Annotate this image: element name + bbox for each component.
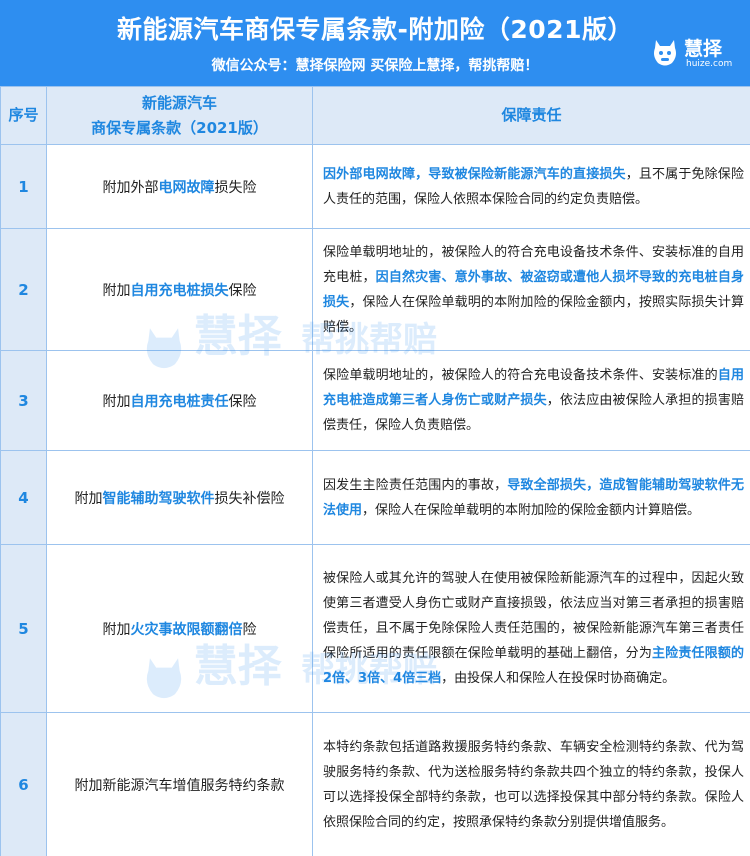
header-responsibility: 保障责任 [312,86,750,145]
header-banner: 新能源汽车商保专属条款-附加险（2021版） 微信公众号：慧择保险网 买保险上慧… [0,0,750,86]
row-name: 附加新能源汽车增值服务特约条款 [46,712,313,856]
row-description: 因发生主险责任范围内的事故，导致全部损失，造成智能辅助驾驶软件无法使用，保险人在… [312,450,750,545]
terms-table: 序号 新能源汽车 商保专属条款（2021版） 保障责任 1 附加外部电网故障损失… [0,86,750,856]
page-title: 新能源汽车商保专属条款-附加险（2021版） [117,15,633,44]
row-num: 5 [0,544,47,713]
name-highlight: 电网故障 [158,179,215,196]
header-name-line2: 商保专属条款（2021版） [91,118,268,137]
name-text: 损失险 [214,179,257,196]
table-row: 4 附加智能辅助驾驶软件损失补偿险 因发生主险责任范围内的事故，导致全部损失，造… [0,450,750,545]
name-text: 附加 [102,282,131,299]
row-description: 保险单载明地址的，被保险人的符合充电设备技术条件、安装标准的自用充电桩，因自然灾… [312,228,750,351]
table-header-row: 序号 新能源汽车 商保专属条款（2021版） 保障责任 [0,86,750,145]
table-row: 3 附加自用充电桩责任保险 保险单载明地址的，被保险人的符合充电设备技术条件、安… [0,350,750,451]
desc-text: ，保险人在保险单载明的本附加险的保险金额内，按照实际损失计算赔偿。 [323,294,744,335]
desc-text: ，由投保人和保险人在投保时协商确定。 [441,671,676,686]
row-num: 1 [0,144,47,229]
name-text: 附加外部 [102,179,159,196]
horse-mascot-icon [654,40,676,66]
brand-logo: 慧择 huize.com [650,34,742,74]
name-text: 附加 [74,490,103,507]
row-description: 本特约条款包括道路救援服务特约条款、车辆安全检测特约条款、代为驾驶服务特约条款、… [312,712,750,856]
name-highlight: 自用充电桩责任 [130,393,229,410]
row-name: 附加外部电网故障损失险 [46,144,313,229]
name-text: 险 [242,621,257,638]
name-text: 附加 [102,621,131,638]
row-name: 附加自用充电桩责任保险 [46,350,313,451]
row-name: 附加自用充电桩损失保险 [46,228,313,351]
desc-text: ，保险人在保险单载明的本附加险的保险金额内计算赔偿。 [362,502,701,518]
row-description: 保险单载明地址的，被保险人的符合充电设备技术条件、安装标准的自用充电桩造成第三者… [312,350,750,451]
name-text: 损失补偿险 [214,490,285,507]
desc-text: 保险单载明地址的，被保险人的符合充电设备技术条件、安装标准的 [323,368,718,383]
name-text: 保险 [228,282,257,299]
header-name-line1: 新能源汽车 [141,93,217,112]
table-row: 1 附加外部电网故障损失险 因外部电网故障，导致被保险新能源汽车的直接损失，且不… [0,144,750,229]
page-subtitle: 微信公众号：慧择保险网 买保险上慧择，帮挑帮赔！ [211,58,539,74]
desc-text: 本特约条款包括道路救援服务特约条款、车辆安全检测特约条款、代为驾驶服务特约条款、… [323,739,744,830]
table-row: 6 附加新能源汽车增值服务特约条款 本特约条款包括道路救援服务特约条款、车辆安全… [0,712,750,856]
logo-text: 慧择 [684,38,723,60]
header-name: 新能源汽车 商保专属条款（2021版） [46,86,313,145]
row-num: 3 [0,350,47,451]
name-text: 附加新能源汽车增值服务特约条款 [74,777,285,794]
row-num: 2 [0,228,47,351]
row-description: 因外部电网故障，导致被保险新能源汽车的直接损失，且不属于免除保险人责任的范围，保… [312,144,750,229]
desc-text: 因发生主险责任范围内的事故， [323,477,508,493]
row-name: 附加智能辅助驾驶软件损失补偿险 [46,450,313,545]
name-highlight: 自用充电桩损失 [130,282,229,299]
logo-url: huize.com [686,59,733,69]
table-row: 5 附加火灾事故限额翻倍险 被保险人或其允许的驾驶人在使用被保险新能源汽车的过程… [0,544,750,713]
name-text: 保险 [228,393,257,410]
table-row: 2 附加自用充电桩损失保险 保险单载明地址的，被保险人的符合充电设备技术条件、安… [0,228,750,351]
header-num: 序号 [0,86,47,145]
row-description: 被保险人或其允许的驾驶人在使用被保险新能源汽车的过程中，因起火致使第三者遭受人身… [312,544,750,713]
name-highlight: 智能辅助驾驶软件 [102,490,215,507]
name-highlight: 火灾事故限额翻倍 [130,621,243,638]
row-name: 附加火灾事故限额翻倍险 [46,544,313,713]
row-num: 4 [0,450,47,545]
name-text: 附加 [102,393,131,410]
desc-highlight: 因外部电网故障，导致被保险新能源汽车的直接损失 [323,166,626,182]
row-num: 6 [0,712,47,856]
